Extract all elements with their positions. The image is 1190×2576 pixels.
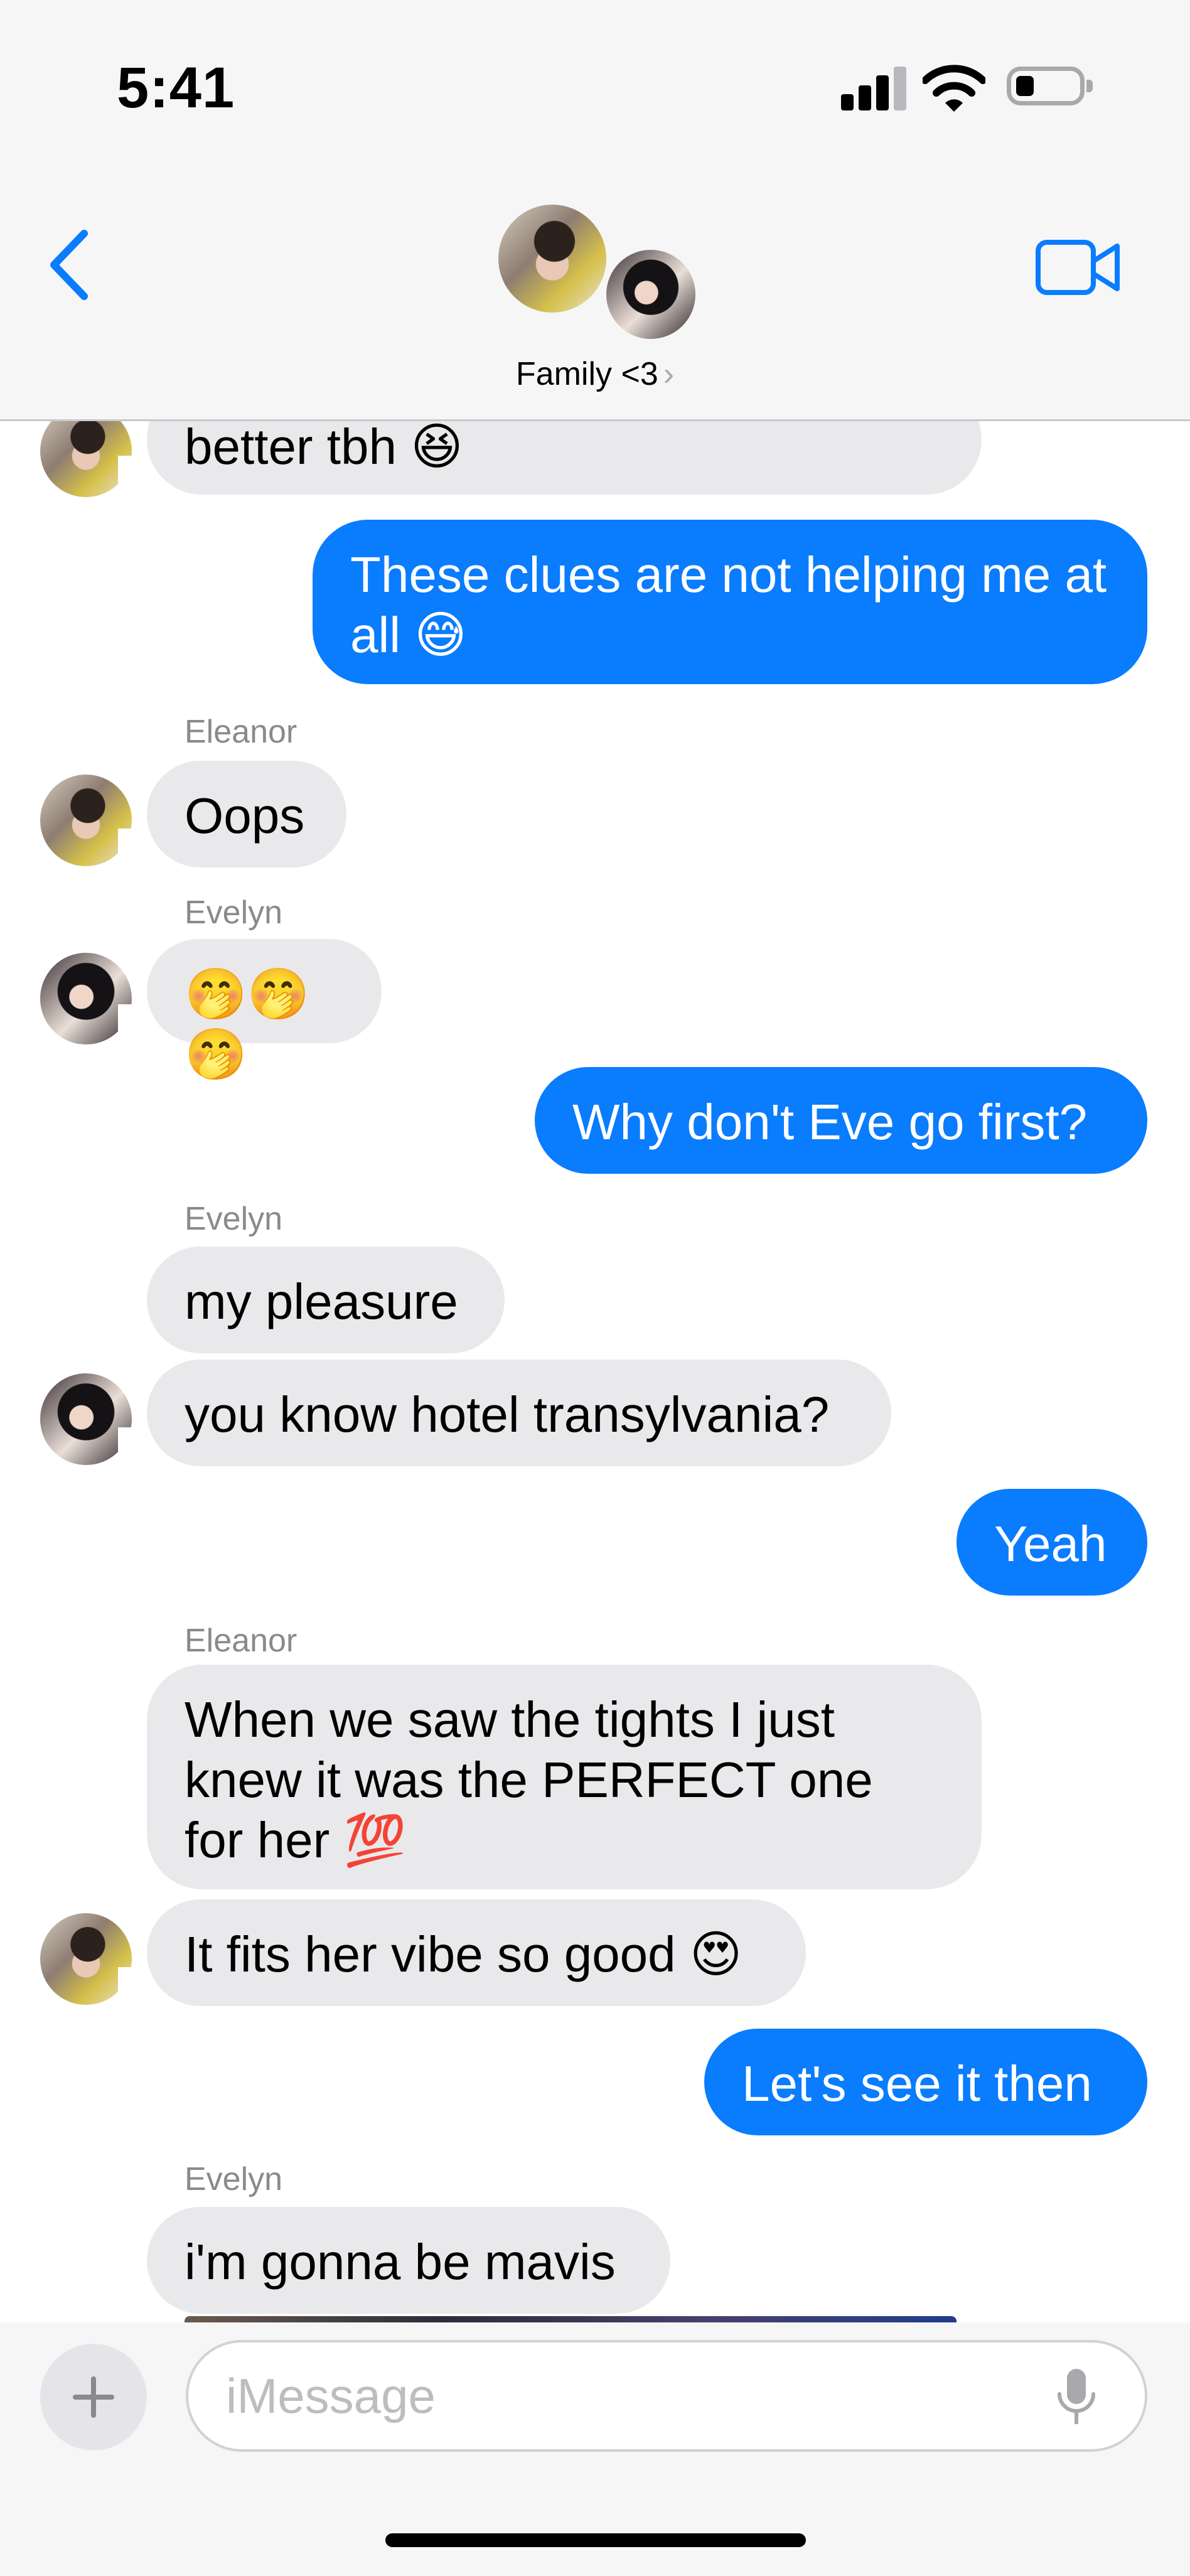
chevron-right-icon: › [663, 356, 675, 392]
message-bubble-incoming[interactable]: 🤭🤭🤭 [118, 939, 382, 1083]
video-call-icon[interactable] [1034, 236, 1122, 299]
cellular-signal-icon [841, 67, 906, 110]
message-bubble-incoming[interactable]: It fits her vibe so good 😍 [118, 1899, 806, 2007]
message-bubble-outgoing[interactable]: Why don't Eve go first? [535, 1067, 1176, 1175]
message-bubble-incoming[interactable]: Oops [118, 761, 346, 869]
wifi-icon [923, 65, 985, 112]
group-avatar-eleanor[interactable] [498, 205, 606, 313]
sender-name: Evelyn [185, 1201, 283, 1237]
message-text: When we saw the tights I just knew it wa… [185, 1692, 873, 1868]
microphone-icon[interactable] [1054, 2366, 1098, 2429]
message-bubble-incoming[interactable]: my pleasure [147, 1247, 505, 1353]
conversation-header: 5:41 Family <3 › [0, 0, 1190, 421]
grinning-squinting-emoji: 😆 [410, 417, 463, 476]
sender-name: Evelyn [185, 894, 283, 931]
message-text: It fits her vibe so good [185, 1926, 676, 1982]
hundred-points-emoji: 💯 [343, 1811, 407, 1869]
message-bubble-outgoing[interactable]: Let's see it then [704, 2029, 1176, 2137]
message-text: i'm gonna be mavis [185, 2234, 616, 2290]
sender-name: Evelyn [185, 2161, 283, 2198]
back-chevron-icon[interactable] [45, 227, 95, 303]
message-bubble-outgoing[interactable]: These clues are not helping me at all 😅 [313, 520, 1176, 685]
message-text: my pleasure [185, 1274, 458, 1329]
message-text: Oops [185, 788, 305, 844]
group-name-button[interactable]: Family <3 › [0, 355, 1190, 393]
home-indicator[interactable] [385, 2533, 806, 2547]
message-bubble-outgoing[interactable]: Yeah [957, 1489, 1176, 1597]
battery-icon [1007, 67, 1093, 105]
message-text: better tbh [185, 419, 397, 475]
imessage-input[interactable] [186, 2340, 1147, 2452]
message-text: Yeah [994, 1516, 1107, 1572]
messages-screen: 5:41 Family <3 › better tbh 😆 These clue… [0, 0, 1190, 2576]
sender-name: Eleanor [185, 714, 298, 750]
sender-name: Eleanor [185, 1623, 298, 1659]
hand-over-mouth-emoji: 🤭🤭🤭 [185, 965, 310, 1083]
status-time: 5:41 [117, 56, 235, 120]
message-text: Why don't Eve go first? [572, 1094, 1088, 1150]
group-avatar-evelyn[interactable] [604, 247, 698, 341]
message-bubble-incoming[interactable]: you know hotel transylvania? [118, 1360, 891, 1468]
sweat-smile-emoji: 😅 [414, 606, 467, 664]
message-bubble-incoming[interactable]: When we saw the tights I just knew it wa… [147, 1665, 982, 1889]
message-text: you know hotel transylvania? [185, 1387, 830, 1442]
add-attachment-button[interactable] [40, 2344, 147, 2450]
message-text: Let's see it then [742, 2056, 1092, 2112]
group-name-label: Family <3 [515, 356, 658, 392]
heart-eyes-emoji: 😍 [689, 1925, 742, 1983]
message-bubble-incoming[interactable]: i'm gonna be mavis [147, 2207, 670, 2314]
